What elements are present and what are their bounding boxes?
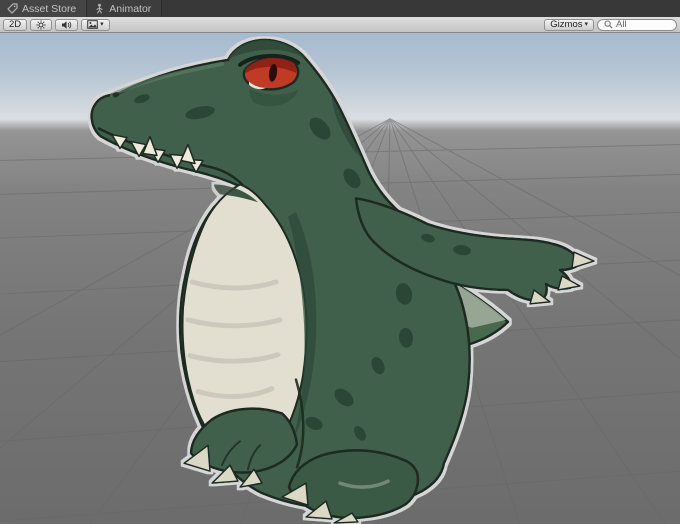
audio-toggle-button[interactable] <box>55 18 79 31</box>
chevron-down-icon: ▾ <box>100 21 104 28</box>
scene-search-field[interactable]: All <box>597 18 677 31</box>
audio-icon <box>62 20 72 29</box>
animator-icon <box>96 3 103 14</box>
unity-editor-window: Asset Store Animator 2D ▾ Gizmos ▾ All <box>0 0 680 524</box>
sun-icon <box>36 19 46 30</box>
mode-2d-label: 2D <box>9 19 22 30</box>
tab-asset-store[interactable]: Asset Store <box>0 0 88 17</box>
tab-animator-label: Animator <box>109 2 152 15</box>
image-icon <box>87 20 98 29</box>
scene-toolbar: 2D ▾ Gizmos ▾ All <box>0 17 680 33</box>
asset-store-icon <box>7 3 18 14</box>
gizmos-label: Gizmos <box>550 19 583 30</box>
mode-2d-button[interactable]: 2D <box>3 18 28 31</box>
search-value: All <box>616 19 627 30</box>
gizmos-dropdown-button[interactable]: Gizmos ▾ <box>544 18 594 31</box>
search-icon <box>604 20 613 29</box>
chevron-down-icon: ▾ <box>584 21 588 28</box>
scene-viewport[interactable] <box>0 33 680 524</box>
lighting-toggle-button[interactable] <box>30 18 53 31</box>
effects-dropdown-button[interactable]: ▾ <box>81 18 110 31</box>
tab-animator[interactable]: Animator <box>87 0 163 17</box>
tab-asset-store-label: Asset Store <box>22 2 77 15</box>
croc-eye <box>238 53 300 91</box>
window-tab-bar: Asset Store Animator <box>0 0 680 17</box>
crocodile-model <box>90 38 595 524</box>
